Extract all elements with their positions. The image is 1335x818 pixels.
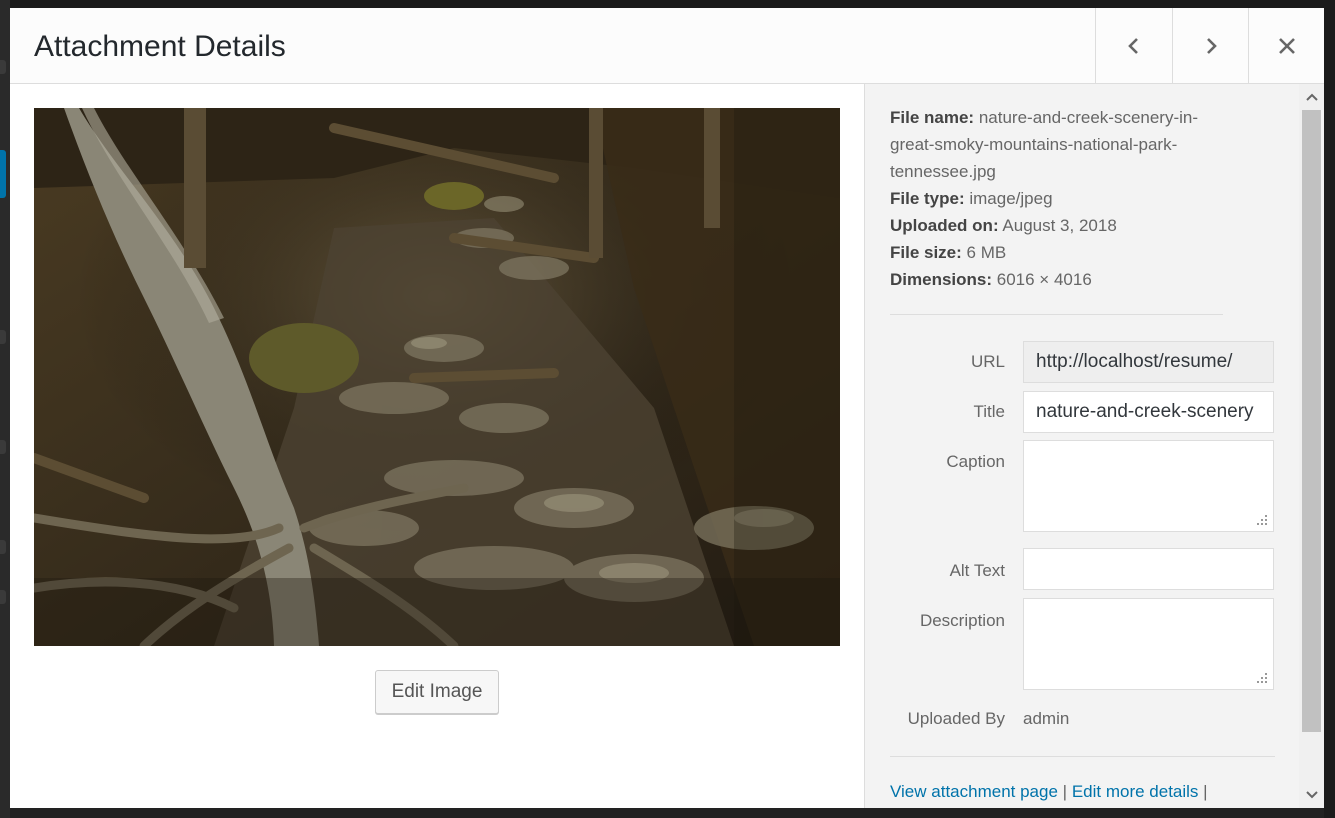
file-size-label: File size: [890, 243, 962, 262]
uploaded-on-label: Uploaded on: [890, 216, 999, 235]
file-size-value: 6 MB [966, 243, 1007, 262]
chevron-right-icon [1206, 37, 1217, 54]
chevron-down-icon [1305, 791, 1318, 799]
uploaded-on-row: Uploaded on: August 3, 2018 [890, 212, 1230, 239]
scroll-up-button[interactable] [1299, 86, 1324, 108]
title-label: Title [973, 402, 1006, 421]
previous-attachment-button[interactable] [1095, 8, 1171, 83]
file-type-label: File type: [890, 189, 965, 208]
dimensions-value: 6016 × 4016 [996, 270, 1092, 289]
chevron-left-icon [1127, 37, 1138, 54]
file-type-row: File type: image/jpeg [890, 185, 1230, 212]
title-field[interactable]: nature-and-creek-scenery [1023, 391, 1274, 433]
modal-title: Attachment Details [34, 30, 286, 63]
actions-divider [890, 756, 1275, 757]
dimensions-label: Dimensions: [890, 270, 993, 289]
file-name-label: File name: [890, 108, 975, 127]
close-modal-button[interactable] [1248, 8, 1324, 83]
backdrop-left [0, 0, 10, 818]
resize-grip-icon[interactable] [1256, 514, 1268, 526]
uploaded-by-value: admin [1023, 709, 1070, 728]
uploaded-by-label: Uploaded By [907, 709, 1005, 728]
file-size-row: File size: 6 MB [890, 239, 1230, 266]
edit-image-button[interactable]: Edit Image [375, 670, 499, 714]
alt-text-label: Alt Text [949, 561, 1005, 580]
backdrop-blip [0, 440, 6, 454]
file-type-value: image/jpeg [969, 189, 1053, 208]
view-attachment-page-link[interactable]: View attachment page [890, 782, 1058, 801]
edit-more-details-link[interactable]: Edit more details [1072, 782, 1199, 801]
actions-separator: | [1062, 782, 1068, 801]
attachment-details-sidebar: File name: nature-and-creek-scenery-in-g… [864, 84, 1324, 808]
alt-text-field[interactable] [1023, 548, 1274, 590]
attachment-details-modal: Attachment Details Edit Image File name:… [10, 8, 1324, 808]
backdrop-active-item [0, 150, 6, 198]
attachment-image [34, 108, 840, 646]
description-textarea[interactable] [1023, 598, 1274, 690]
uploaded-on-value: August 3, 2018 [1002, 216, 1117, 235]
next-attachment-button[interactable] [1172, 8, 1248, 83]
backdrop-bottom [10, 808, 1324, 818]
file-name-row: File name: nature-and-creek-scenery-in-g… [890, 104, 1230, 185]
media-preview-pane: Edit Image [10, 84, 864, 808]
backdrop-blip [0, 330, 6, 344]
description-label: Description [919, 611, 1005, 630]
dimensions-row: Dimensions: 6016 × 4016 [890, 266, 1230, 293]
url-field[interactable]: http://localhost/resume/ [1023, 341, 1274, 383]
actions-separator-trailing: | [1203, 782, 1208, 801]
close-icon [1278, 37, 1295, 54]
backdrop-blip [0, 590, 6, 604]
caption-label: Caption [946, 452, 1005, 471]
backdrop-blip [0, 540, 6, 554]
resize-grip-icon[interactable] [1256, 672, 1268, 684]
details-divider [890, 314, 1223, 315]
chevron-up-icon [1305, 93, 1318, 101]
url-label: URL [970, 352, 1005, 371]
scrollbar-thumb[interactable] [1302, 110, 1321, 732]
caption-textarea[interactable] [1023, 440, 1274, 532]
creek-scenery-image [34, 108, 840, 646]
scroll-down-button[interactable] [1299, 784, 1324, 806]
attachment-actions: View attachment page | Edit more details… [890, 782, 1208, 802]
modal-header: Attachment Details [10, 8, 1324, 84]
backdrop-blip [0, 60, 6, 74]
file-info: File name: nature-and-creek-scenery-in-g… [890, 104, 1230, 293]
details-scrollbar[interactable] [1299, 84, 1324, 808]
